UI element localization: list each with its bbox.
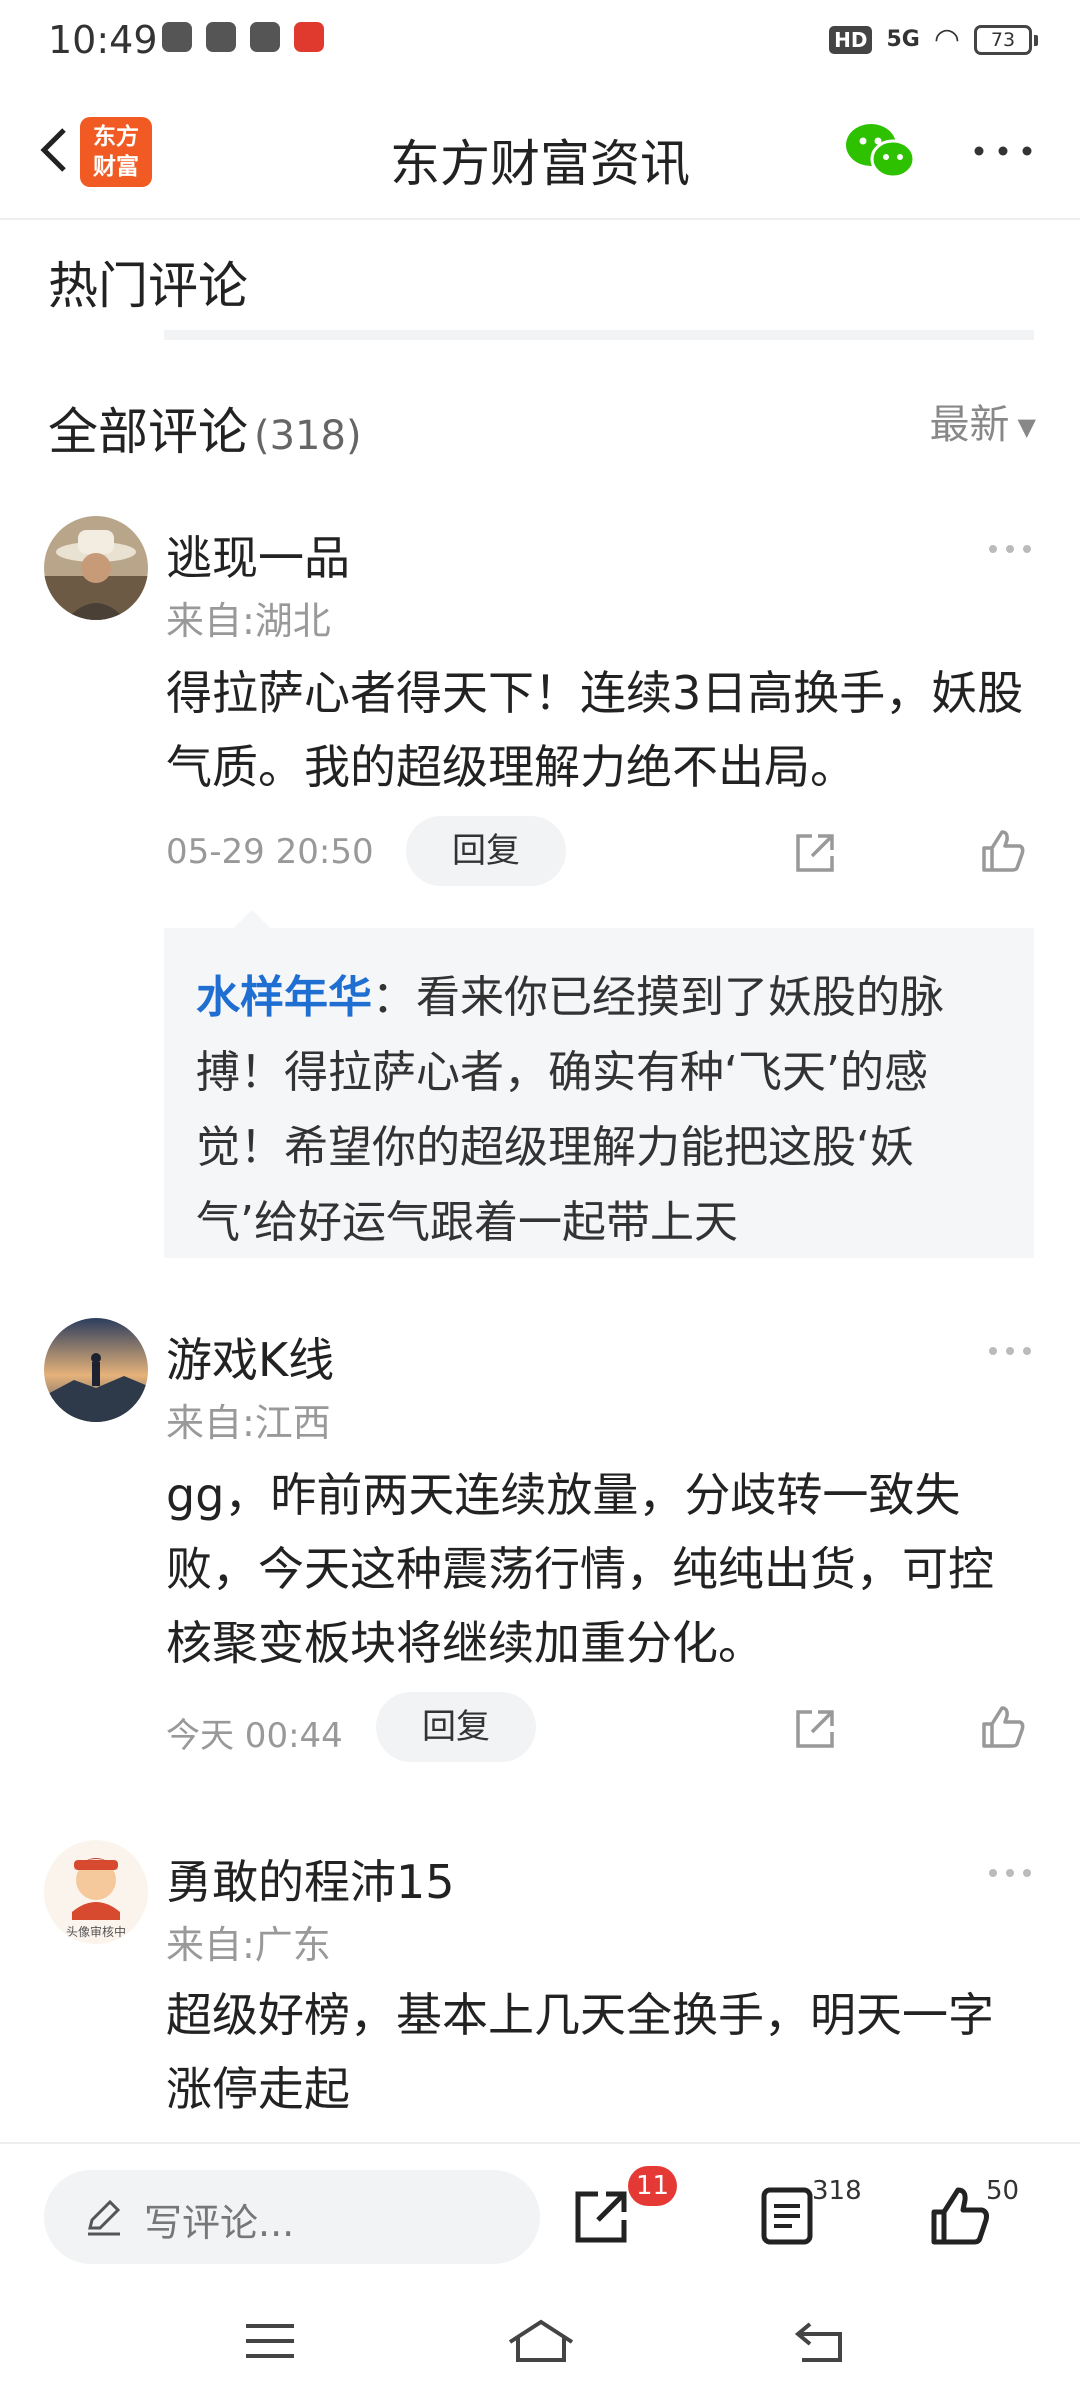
user-avatar[interactable] (44, 516, 148, 620)
share-count-badge: 11 (628, 2166, 678, 2206)
comment-time: 05-29 20:50 (166, 832, 374, 872)
comment-text: 得拉萨心者得天下！连续3日高换手，妖股气质。我的超级理解力绝不出局。 (166, 666, 1024, 794)
comment-count-label: 318 (812, 2176, 862, 2206)
notification-icons (162, 22, 324, 52)
wifi-icon: ◠ (933, 22, 960, 57)
status-bar: 10:49 HD 5G ◠ 73 (0, 0, 1080, 84)
comment-region: 来自:江西 (166, 1401, 331, 1445)
like-icon[interactable] (978, 826, 1028, 876)
comment-region: 来自:广东 (166, 1923, 331, 1967)
bottom-action-bar: 写评论... 11 318 50 (0, 2142, 1080, 2274)
pencil-icon (88, 2199, 121, 2236)
reply-button[interactable]: 回复 (376, 1692, 536, 1762)
write-comment-placeholder: 写评论... (144, 2201, 295, 2245)
comment-more-icon[interactable] (986, 542, 1034, 556)
comments-icon[interactable] (756, 2184, 820, 2248)
dropdown-arrow-icon: ▼ (1017, 413, 1036, 441)
home-icon[interactable] (506, 2316, 576, 2366)
section-divider (164, 330, 1034, 340)
sort-label: 最新 (929, 402, 1010, 448)
comment-username[interactable]: 勇敢的程沛15 (166, 1846, 455, 1912)
share-icon[interactable] (790, 828, 840, 878)
page-title: 东方财富资讯 (390, 135, 690, 193)
comment-more-icon[interactable] (986, 1866, 1034, 1880)
menu-icon[interactable] (240, 2316, 300, 2366)
status-right: HD 5G ◠ 73 (829, 22, 1038, 57)
wechat-share-icon[interactable] (844, 121, 916, 183)
hd-icon: HD (829, 25, 873, 54)
signal-icon: 5G (886, 27, 920, 52)
reply-button[interactable]: 回复 (406, 816, 566, 886)
avatar-review-label: 头像审核中 (66, 1924, 126, 1939)
write-comment-input[interactable]: 写评论... (44, 2170, 540, 2264)
more-options-icon[interactable] (968, 136, 1038, 166)
all-comments-label: 全部评论 (48, 403, 248, 461)
comment-text: gg，昨前两天连续放量，分歧转一致失败，今天这种震荡行情，纯纯出货，可控核聚变板… (166, 1468, 994, 1670)
comment-username[interactable]: 逃现一品 (166, 522, 350, 588)
reply-box[interactable]: 水样年华：看来你已经摸到了妖股的脉搏！得拉萨心者，确实有种‘飞天’的感觉！希望你… (164, 910, 1034, 1260)
mail-notification-icon (250, 22, 280, 52)
reply-username[interactable]: 水样年华 (196, 972, 372, 1023)
comment-region: 来自:湖北 (166, 599, 331, 643)
reply-content: 水样年华：看来你已经摸到了妖股的脉搏！得拉萨心者，确实有种‘飞天’的感觉！希望你… (196, 960, 1014, 1260)
back-icon[interactable] (792, 2316, 852, 2366)
like-icon[interactable] (978, 1702, 1028, 1752)
comment-more-icon[interactable] (986, 1344, 1034, 1358)
hot-comments-heading: 热门评论 (48, 257, 248, 315)
comment-text: 超级好榜，基本上几天全换手，明天一字涨停走起 (166, 1988, 994, 2116)
status-time: 10:49 (48, 18, 158, 62)
share-icon[interactable] (790, 1704, 840, 1754)
comment-username[interactable]: 游戏K线 (166, 1324, 334, 1390)
nav-bar: 东方 财富 东方财富资讯 (0, 84, 1080, 220)
system-nav-bar (0, 2276, 1080, 2408)
like-icon[interactable] (928, 2184, 992, 2248)
video-notification-icon (206, 22, 236, 52)
all-comments-heading: 全部评论 (318) (48, 392, 362, 464)
sort-dropdown[interactable]: 最新 ▼ (930, 392, 1036, 450)
like-count-label: 50 (986, 2176, 1020, 2206)
battery-icon: 73 (974, 24, 1038, 55)
user-avatar[interactable]: 头像审核中 (44, 1840, 148, 1944)
shop-notification-icon (294, 22, 324, 52)
share-icon[interactable] (570, 2184, 634, 2248)
comment-count: (318) (254, 413, 362, 459)
user-avatar[interactable] (44, 1318, 148, 1422)
app-notification-icon (162, 22, 192, 52)
comment-time: 今天 00:44 (166, 1716, 343, 1756)
